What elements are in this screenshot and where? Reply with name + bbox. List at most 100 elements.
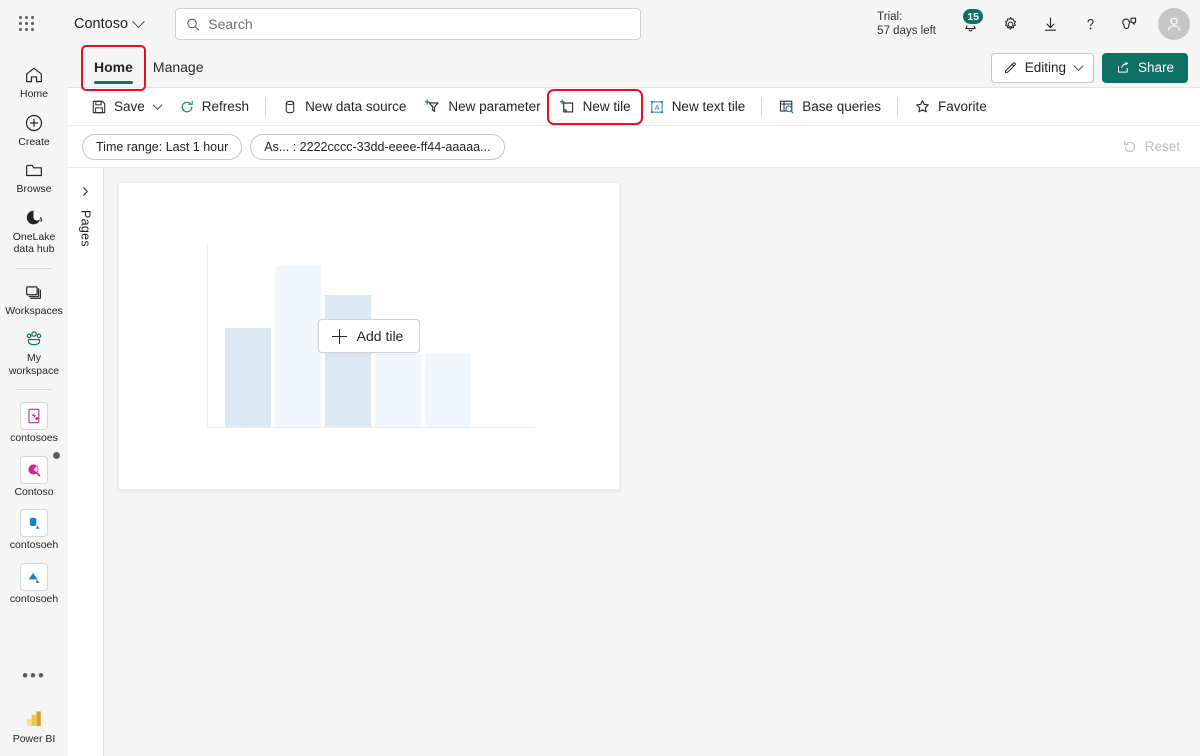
pill-label: Time range: Last 1 hour [96, 139, 229, 154]
search-input[interactable] [208, 16, 631, 32]
help-icon [1086, 18, 1094, 29]
app-root: Contoso Trial: 57 days left 15 [0, 0, 1200, 756]
command-new-tile[interactable]: New tile [546, 88, 643, 125]
sidebar-more-button[interactable]: ••• [12, 665, 56, 687]
search-box[interactable] [175, 8, 642, 40]
chart-bar [275, 266, 321, 427]
eventstream-icon [20, 402, 48, 430]
feedback-button[interactable] [1110, 4, 1150, 44]
sidebar-workspace-contoso[interactable]: Contoso [2, 450, 66, 504]
notification-badge: 15 [961, 7, 985, 26]
sidebar-item-label: OneLake data hub [12, 230, 56, 256]
workspaces-icon [26, 285, 42, 299]
filter-pill-parameter[interactable]: As... : 2222cccc-33dd-eeee-ff44-aaaaa... [250, 133, 505, 160]
sidebar-item-create[interactable]: Create [2, 106, 66, 154]
command-label: Favorite [938, 99, 987, 114]
reset-label: Reset [1144, 139, 1180, 154]
sidebar-product-power-bi[interactable]: Power BI [2, 701, 66, 751]
filter-bar: Time range: Last 1 hour As... : 2222cccc… [68, 126, 1200, 168]
command-label: New parameter [448, 99, 541, 114]
gear-icon [1004, 16, 1016, 30]
download-icon [1044, 16, 1056, 31]
command-base-queries[interactable]: Base queries [769, 92, 890, 122]
star-icon [916, 100, 929, 113]
app-launcher-icon[interactable] [12, 9, 42, 39]
command-refresh[interactable]: Refresh [170, 92, 258, 122]
chart-bar [425, 354, 471, 427]
workspace-brand-selector[interactable]: Contoso [68, 12, 149, 36]
my-workspace-icon [26, 331, 42, 346]
sidebar-item-onelake-data-hub[interactable]: OneLake data hub [2, 201, 66, 261]
dashboard-canvas: Add tile [104, 168, 1200, 756]
onelake-icon [26, 210, 43, 224]
editing-mode-button[interactable]: Editing [990, 52, 1094, 83]
command-new-parameter[interactable]: New parameter [415, 92, 549, 122]
sidebar-product-label: Power BI [12, 732, 56, 745]
trial-days-left: 57 days left [877, 25, 936, 37]
sidebar-workspace-contosoes[interactable]: contosoes [2, 396, 66, 450]
command-label: New data source [305, 99, 407, 114]
tab-label: Manage [152, 59, 204, 75]
command-separator-2 [761, 96, 763, 117]
command-new-text-tile[interactable]: A New text tile [640, 92, 755, 122]
folder-icon [26, 164, 42, 177]
sidebar-bottom: ••• Power BI [0, 665, 68, 756]
sidebar-item-label: Create [18, 135, 50, 148]
sidebar-item-label: Home [19, 88, 48, 100]
database-icon [285, 100, 295, 113]
tab-manage[interactable]: Manage [143, 48, 214, 88]
command-label: New tile [582, 99, 631, 114]
empty-tile-placeholder: Add tile [118, 182, 620, 490]
share-label: Share [1137, 60, 1174, 75]
download-button[interactable] [1030, 4, 1070, 44]
header-actions: Trial: 57 days left 15 [877, 4, 1190, 44]
sidebar-workspace-label: contosoeh [9, 592, 59, 605]
add-tile-button[interactable]: Add tile [317, 319, 421, 353]
tab-home[interactable]: Home [81, 44, 146, 91]
command-separator-3 [897, 96, 899, 117]
unsaved-dot-icon [53, 451, 60, 459]
share-button[interactable]: Share [1101, 52, 1188, 83]
account-avatar[interactable] [1158, 8, 1190, 40]
sidebar-item-label: Workspaces [5, 304, 63, 317]
pages-panel: Pages [68, 168, 104, 756]
filter-pill-time-range[interactable]: Time range: Last 1 hour [82, 133, 243, 160]
sidebar-divider-2 [16, 389, 52, 390]
help-button[interactable] [1070, 4, 1110, 44]
pages-expand-button[interactable] [75, 180, 97, 202]
chevron-down-icon [1073, 61, 1084, 72]
command-new-data-source[interactable]: New data source [273, 92, 415, 122]
power-bi-icon [27, 710, 41, 726]
sidebar-workspace-contosoeh-2[interactable]: contosoeh [2, 557, 66, 611]
command-bar: Save Refresh New data source New paramet… [68, 88, 1200, 126]
command-label: Base queries [802, 99, 882, 114]
sidebar-workspace-label: Contoso [14, 485, 54, 498]
home-icon [26, 67, 42, 83]
eventhouse-icon [20, 509, 48, 537]
pages-label[interactable]: Pages [79, 210, 93, 247]
share-icon [1117, 61, 1129, 73]
pencil-icon [1004, 62, 1016, 74]
command-separator [265, 96, 267, 117]
chevron-down-icon [132, 14, 145, 28]
command-save[interactable]: Save [82, 92, 170, 122]
sidebar-item-workspaces[interactable]: Workspaces [2, 275, 66, 323]
settings-button[interactable] [990, 4, 1030, 44]
notifications-button[interactable]: 15 [950, 4, 990, 44]
plus-icon [331, 328, 347, 344]
main-content: Home Manage Editing Share Save Refresh N… [68, 44, 1200, 756]
pill-label: As... : 2222cccc-33dd-eeee-ff44-aaaaa... [264, 139, 491, 154]
sidebar-item-my-workspace[interactable]: My workspace [2, 322, 66, 382]
chart-bar [325, 295, 371, 427]
sidebar-item-browse[interactable]: Browse [2, 153, 66, 201]
sidebar-workspace-contosoeh-1[interactable]: contosoeh [2, 503, 66, 557]
reset-filters-button[interactable]: Reset [1114, 139, 1188, 155]
new-parameter-icon [425, 99, 439, 112]
new-tile-icon [559, 99, 573, 113]
sidebar-item-home[interactable]: Home [2, 58, 66, 106]
command-label: Save [114, 99, 145, 114]
sidebar-divider [16, 267, 52, 269]
search-icon [187, 18, 200, 31]
trial-label: Trial: [877, 11, 903, 23]
command-favorite[interactable]: Favorite [905, 92, 996, 122]
